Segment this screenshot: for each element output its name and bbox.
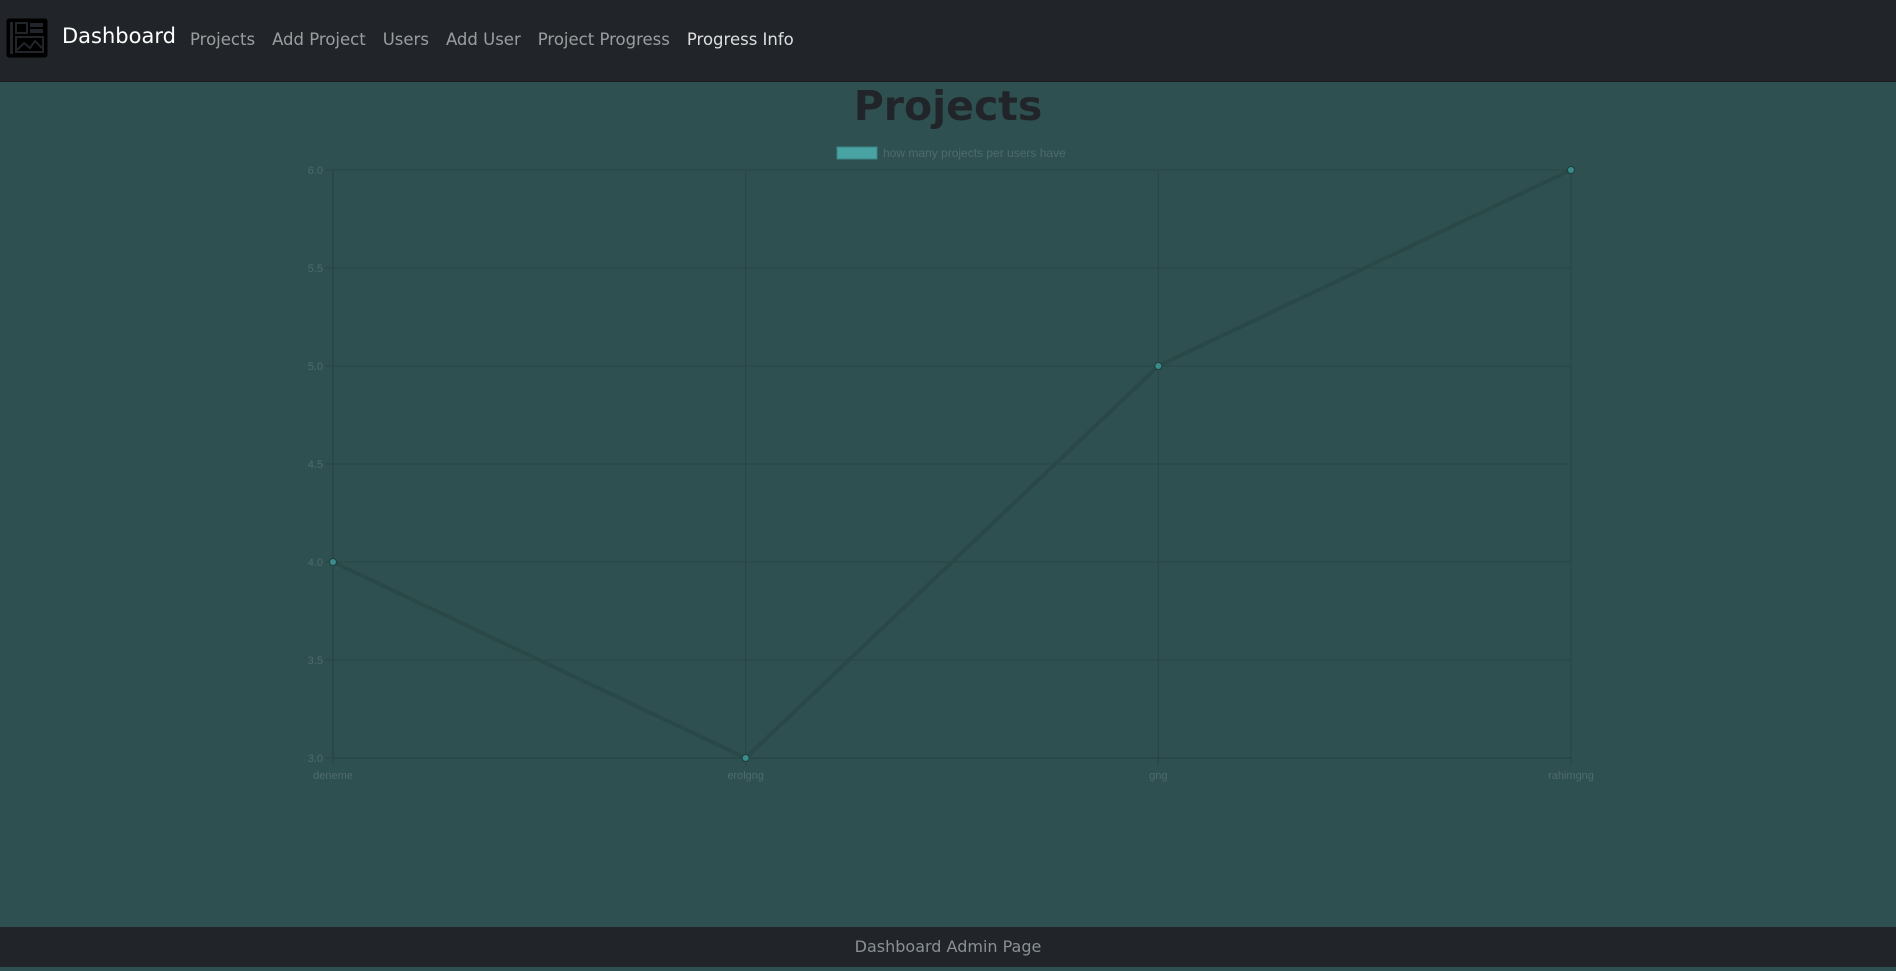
data-point — [1154, 362, 1163, 370]
y-tick-label: 4.5 — [308, 459, 323, 471]
y-tick-label: 3.0 — [308, 753, 323, 765]
legend-swatch — [836, 146, 878, 160]
chart-container: 6.0 5.5 5.0 4.5 4.0 3.5 3.0 deneme erolgng gng rah… — [0, 0, 1896, 967]
data-point — [741, 754, 750, 762]
x-tick-label: erolgng — [727, 770, 764, 782]
footer-text: Dashboard Admin Page — [854, 937, 1042, 956]
x-tick-label: gng — [1149, 770, 1167, 782]
y-tick-label: 4.0 — [308, 557, 323, 569]
x-tick-label: deneme — [313, 770, 353, 782]
data-point — [329, 558, 337, 566]
y-tick-label: 5.0 — [308, 361, 323, 373]
data-point — [1567, 166, 1575, 174]
y-tick-label: 3.5 — [308, 655, 323, 667]
projects-line-chart[interactable]: 6.0 5.5 5.0 4.5 4.0 3.5 3.0 deneme erolgng gng rah… — [0, 0, 1896, 967]
legend-label: how many projects per users have — [883, 146, 1066, 160]
y-tick-label: 6.0 — [308, 165, 323, 177]
y-tick-label: 5.5 — [308, 263, 323, 275]
x-tick-label: rahimgng — [1548, 770, 1594, 782]
footer: Dashboard Admin Page — [0, 927, 1896, 967]
